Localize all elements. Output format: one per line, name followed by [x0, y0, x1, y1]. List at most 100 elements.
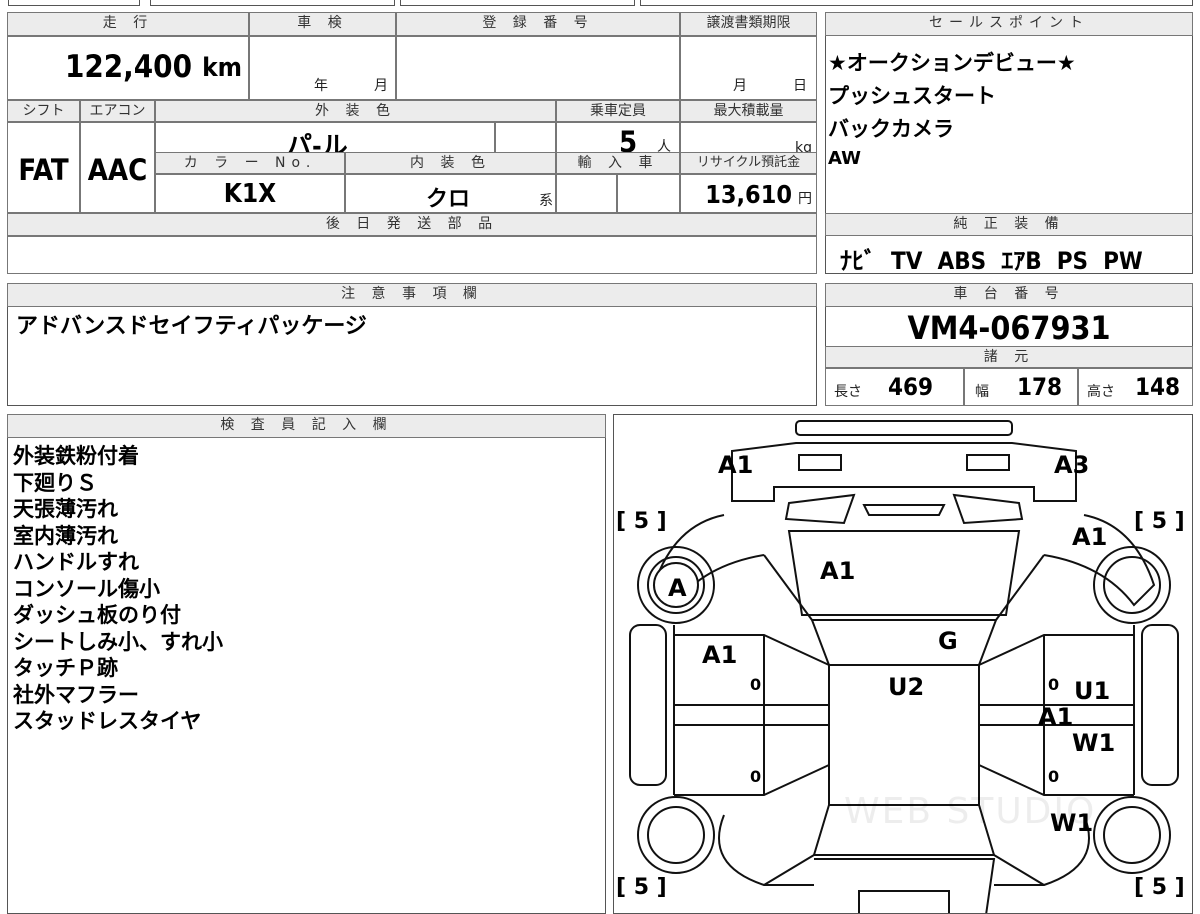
chassis-no-value: VM4-067931 [907, 309, 1111, 347]
sales-points-list: ★オークションデビュー★ プッシュスタート バックカメラ AW [828, 47, 1188, 172]
later-parts-cell [7, 236, 817, 274]
mileage-unit: km [202, 53, 242, 83]
inspector-note: 天張薄汚れ [13, 497, 118, 521]
recycle-cell: 13,610 円 [680, 174, 817, 213]
damage-label: U2 [888, 673, 925, 701]
genuine-equipment-value: ﾅﾋﾞ TV ABS ｴｱB PS PW [840, 247, 1143, 275]
aircon-cell: AAC [80, 122, 155, 213]
recycle-unit: 円 [798, 191, 812, 207]
shift-header: シフト [7, 100, 80, 122]
notes-value: アドバンスドセイフティパッケージ [16, 314, 367, 339]
color-no-header: カ ラ ー No. [155, 152, 345, 174]
chassis-panel: 車 台 番 号 VM4-067931 諸 元 長さ 469 幅 178 高さ 1… [825, 283, 1193, 406]
inspector-header: 検 査 員 記 入 欄 [7, 414, 606, 438]
shift-value: FAT [18, 153, 69, 187]
recycle-header: リサイクル預託金 [680, 152, 817, 174]
color-no-cell: K1X [155, 174, 345, 213]
sales-point-item: プッシュスタート [828, 84, 996, 108]
inspection-month: 月 [374, 78, 388, 94]
aircon-header: エアコン [80, 100, 155, 122]
transfer-day: 日 [793, 78, 807, 94]
inspector-note: シートしみ小、すれ小 [13, 629, 223, 654]
damage-label: A1 [1038, 703, 1074, 731]
width-value: 178 [1017, 373, 1063, 401]
transfer-deadline-cell: 月 日 [680, 36, 817, 100]
inspector-note: 社外マフラー [13, 682, 139, 707]
damage-label: U1 [1074, 677, 1111, 705]
height-label: 高さ [1087, 384, 1115, 400]
watermark: WEB STUDIO [844, 791, 1097, 832]
length-cell: 長さ 469 [825, 368, 964, 406]
genuine-equipment-header: 純 正 装 備 [825, 213, 1193, 236]
registration-header: 登 録 番 号 [396, 12, 680, 36]
width-label: 幅 [975, 384, 989, 400]
max-load-header: 最大積載量 [680, 100, 817, 122]
damage-label: G [938, 627, 958, 655]
sales-points-header: セールスポイント [825, 12, 1193, 36]
aircon-value: AAC [87, 153, 148, 187]
inspector-note: 下廻りＳ [13, 470, 97, 495]
damage-label: A1 [702, 641, 738, 669]
top-strip [0, 0, 1200, 8]
door-zero: 0 [1048, 767, 1060, 786]
inspector-note: スタッドレスタイヤ [13, 709, 202, 733]
door-zero: 0 [750, 767, 762, 786]
inspection-header: 車 検 [249, 12, 396, 36]
height-cell: 高さ 148 [1078, 368, 1193, 406]
vehicle-info-table: 走 行 車 検 登 録 番 号 譲渡書類期限 122,400 km 年 月 月 … [7, 12, 817, 274]
transfer-deadline-header: 譲渡書類期限 [680, 12, 817, 36]
tire-tread-rear-left: [ 5 ] [616, 875, 667, 900]
transfer-month: 月 [733, 78, 747, 94]
damage-label: A1 [1072, 523, 1108, 551]
inspector-note: コンソール傷小 [13, 576, 160, 601]
notes-panel: 注 意 事 項 欄 アドバンスドセイフティパッケージ [7, 283, 817, 406]
car-condition-diagram: A1 A3 A1 A1 A G A1 U2 U1 A1 W1 W1 [ 5 ] … [613, 414, 1193, 914]
tire-tread-front-right: [ 5 ] [1134, 509, 1185, 534]
color-no-value: K1X [223, 179, 277, 209]
registration-cell [396, 36, 680, 100]
import-cell-a [556, 174, 617, 213]
inspection-year: 年 [314, 78, 328, 94]
length-label: 長さ [834, 384, 862, 400]
damage-label: W1 [1072, 729, 1116, 757]
damage-label: A3 [1054, 451, 1090, 479]
recycle-value: 13,610 [705, 180, 792, 209]
sales-point-item: ★オークションデビュー★ [828, 51, 1076, 75]
specs-header: 諸 元 [825, 346, 1193, 368]
tire-tread-rear-right: [ 5 ] [1134, 875, 1185, 900]
inspector-note: ダッシュ板のり付 [13, 603, 181, 627]
inspector-note: 外装鉄粉付着 [13, 444, 139, 468]
height-value: 148 [1135, 373, 1181, 401]
sales-points-panel: セールスポイント ★オークションデビュー★ プッシュスタート バックカメラ AW… [825, 12, 1193, 275]
door-zero: 0 [750, 675, 762, 694]
inspector-note: 室内薄汚れ [13, 523, 118, 548]
inspection-cell: 年 月 [249, 36, 396, 100]
inspector-panel: 検 査 員 記 入 欄 外装鉄粉付着 下廻りＳ 天張薄汚れ 室内薄汚れ ハンドル… [7, 414, 606, 914]
inspector-note: ハンドルすれ [13, 550, 139, 574]
inspector-notes-list: 外装鉄粉付着 下廻りＳ 天張薄汚れ 室内薄汚れ ハンドルすれ コンソール傷小 ダ… [13, 443, 223, 735]
interior-color-value: クロ [426, 187, 471, 212]
interior-color-header: 内 装 色 [345, 152, 556, 174]
width-cell: 幅 178 [964, 368, 1078, 406]
exterior-color-header: 外 装 色 [155, 100, 556, 122]
interior-color-cell: クロ 系 [345, 174, 556, 213]
interior-color-suffix: 系 [539, 193, 553, 209]
sales-point-item: バックカメラ [828, 117, 954, 141]
import-cell-b [617, 174, 680, 213]
damage-label: A [668, 574, 687, 602]
damage-label: A1 [718, 451, 754, 479]
sales-point-item: AW [828, 148, 861, 169]
car-outline-drawing [629, 420, 1179, 913]
length-value: 469 [888, 373, 934, 401]
notes-header: 注 意 事 項 欄 [7, 283, 817, 307]
capacity-header: 乗車定員 [556, 100, 680, 122]
shift-cell: FAT [7, 122, 80, 213]
mileage-value: 122,400 [64, 49, 192, 85]
later-parts-header: 後 日 発 送 部 品 [7, 213, 817, 236]
door-zero: 0 [1048, 675, 1060, 694]
import-header: 輸 入 車 [556, 152, 680, 174]
chassis-no-header: 車 台 番 号 [825, 283, 1193, 307]
tire-tread-front-left: [ 5 ] [616, 509, 667, 534]
mileage-header: 走 行 [7, 12, 249, 36]
mileage-cell: 122,400 km [7, 36, 249, 100]
